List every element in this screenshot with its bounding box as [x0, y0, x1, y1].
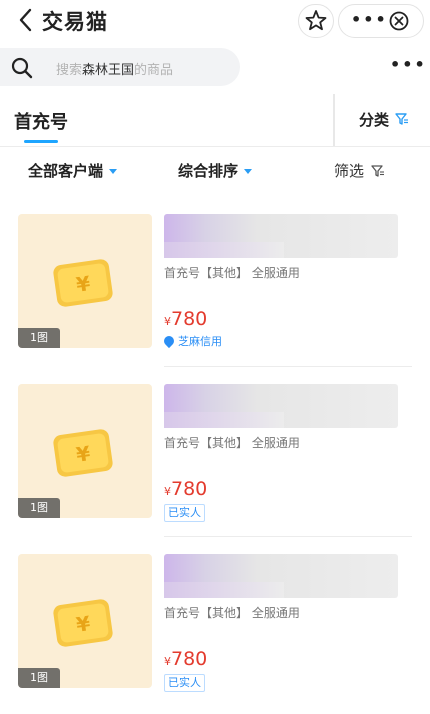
flame-icon — [161, 333, 177, 349]
credit-badge-label: 芝麻信用 — [178, 335, 222, 348]
filter-funnel-icon — [395, 113, 408, 125]
search-suffix: 的商品 — [134, 63, 174, 78]
star-icon — [305, 10, 327, 31]
tab-active-indicator — [24, 140, 58, 143]
list-divider — [164, 366, 412, 367]
tab-bottom-divider — [0, 146, 430, 147]
currency-symbol: ¥ — [164, 485, 171, 498]
listing-meta: 首充号【其他】 全服通用 — [164, 436, 300, 450]
search-icon — [11, 57, 33, 79]
listing-thumbnail: ¥ 1图 — [18, 384, 152, 518]
more-options-button[interactable]: ••• — [351, 12, 388, 28]
listing-card[interactable]: ¥ 1图 首充号【其他】 全服通用 ¥780 已实人 — [0, 554, 430, 714]
coin-ticket-icon: ¥ — [53, 259, 113, 307]
filter-sort-label: 综合排序 — [178, 162, 239, 180]
image-count-badge: 1图 — [18, 668, 60, 688]
search-prefix: 搜索 — [56, 63, 83, 78]
caret-down-icon — [244, 169, 253, 174]
currency-symbol: ¥ — [164, 315, 171, 328]
listing-meta: 首充号【其他】 全服通用 — [164, 266, 300, 280]
caret-down-icon — [109, 169, 118, 174]
category-label: 分类 — [359, 111, 390, 129]
listing-price: ¥780 — [164, 648, 207, 670]
chevron-left-icon — [19, 8, 32, 32]
filter-sort[interactable]: 综合排序 — [178, 160, 253, 181]
filter-screen-label: 筛选 — [334, 162, 365, 180]
search-input[interactable]: 搜索森林王国的商品 — [0, 48, 240, 86]
listing-price: ¥780 — [164, 478, 207, 500]
filter-all-clients[interactable]: 全部客户端 — [28, 160, 118, 181]
coin-ticket-icon: ¥ — [53, 429, 113, 477]
page-title: 交易猫 — [42, 10, 108, 34]
list-divider — [164, 536, 412, 537]
coin-ticket-icon: ¥ — [53, 599, 113, 647]
listing-thumbnail: ¥ 1图 — [18, 554, 152, 688]
more-menu-button[interactable]: ••• — [390, 57, 427, 73]
category-button[interactable]: 分类 — [345, 108, 425, 132]
image-count-badge: 1图 — [18, 328, 60, 348]
listing-title-blurred — [164, 554, 398, 598]
mini-program-capsule: ••• — [338, 4, 424, 38]
tab-first-recharge[interactable]: 首充号 — [14, 108, 68, 134]
favorite-button[interactable] — [298, 4, 334, 38]
search-keyword: 森林王国 — [82, 63, 135, 78]
filter-screen[interactable]: 筛选 — [334, 160, 385, 181]
verified-badge: 已实人 — [164, 674, 205, 692]
listing-meta: 首充号【其他】 全服通用 — [164, 606, 300, 620]
filter-funnel-icon — [371, 165, 384, 177]
listing-card[interactable]: ¥ 1图 首充号【其他】 全服通用 ¥780 芝麻信用 — [0, 214, 430, 374]
price-value: 780 — [171, 308, 208, 330]
filter-all-clients-label: 全部客户端 — [28, 162, 104, 180]
price-value: 780 — [171, 648, 208, 670]
verified-badge: 已实人 — [164, 504, 205, 522]
back-button[interactable] — [14, 6, 40, 34]
image-count-badge: 1图 — [18, 498, 60, 518]
credit-badge: 芝麻信用 — [161, 333, 222, 350]
listing-title-blurred — [164, 384, 398, 428]
price-value: 780 — [171, 478, 208, 500]
listing-thumbnail: ¥ 1图 — [18, 214, 152, 348]
listing-price: ¥780 — [164, 308, 207, 330]
search-placeholder: 搜索森林王国的商品 — [56, 59, 173, 78]
listing-card[interactable]: ¥ 1图 首充号【其他】 全服通用 ¥780 已实人 — [0, 384, 430, 544]
currency-symbol: ¥ — [164, 655, 171, 668]
header-bar: 交易猫 ••• — [0, 0, 430, 40]
tab-divider — [333, 94, 335, 146]
listing-title-blurred — [164, 214, 398, 258]
close-icon[interactable] — [389, 11, 409, 31]
